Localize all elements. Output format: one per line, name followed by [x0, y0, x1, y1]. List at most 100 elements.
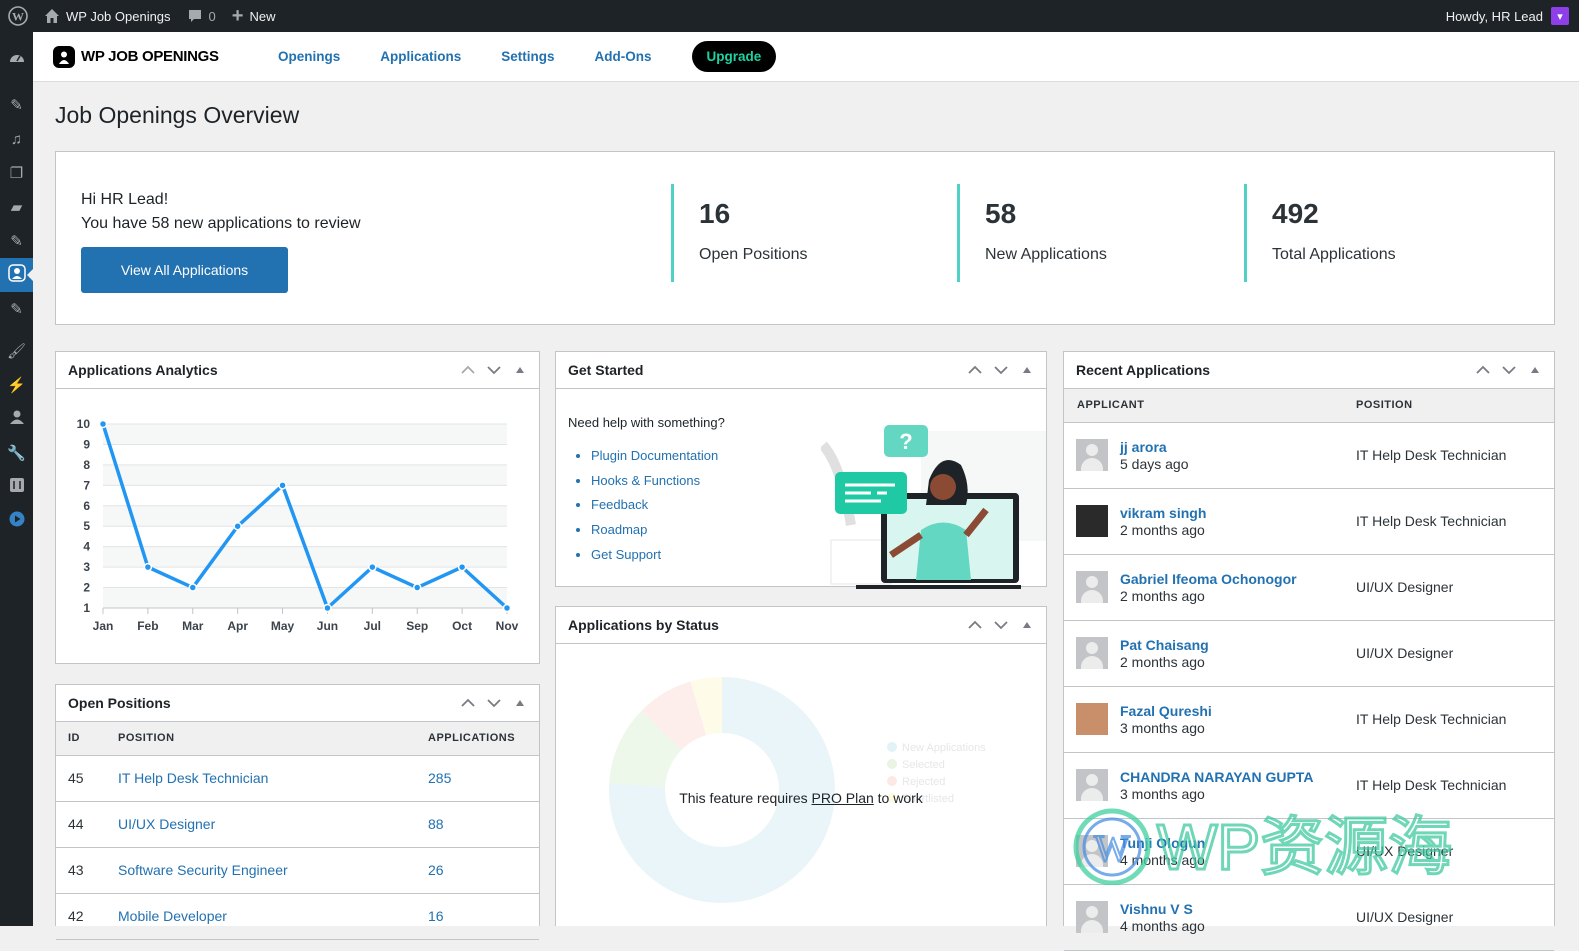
plugin-documentation-link[interactable]: Plugin Documentation	[591, 448, 718, 463]
plugin-brand[interactable]: WP JOB OPENINGS	[53, 45, 278, 68]
roadmap-link[interactable]: Roadmap	[591, 522, 647, 537]
applications-count-link[interactable]: 26	[428, 862, 444, 878]
move-down-icon[interactable]	[994, 365, 1008, 375]
sidebar-item-video[interactable]	[0, 504, 33, 538]
move-up-icon[interactable]	[1476, 365, 1490, 375]
stat-value: 58	[985, 198, 1017, 229]
get-started-widget: Get Started Need help with something? Pl…	[555, 351, 1047, 589]
data-point	[457, 562, 467, 572]
my-account-menu[interactable]: Howdy, HR Lead ▾	[1446, 7, 1579, 25]
y-tick-label: 1	[83, 601, 90, 615]
data-point	[98, 419, 108, 429]
sidebar-item-tools[interactable]: 🔧	[0, 436, 33, 470]
nav-add-ons[interactable]: Add-Ons	[595, 49, 652, 64]
pin-icon: ✎	[10, 301, 23, 318]
position-link[interactable]: IT Help Desk Technician	[118, 770, 268, 786]
move-up-icon[interactable]	[461, 365, 475, 375]
move-down-icon[interactable]	[487, 365, 501, 375]
position-link[interactable]: Software Security Engineer	[118, 862, 288, 878]
applicant-name-link[interactable]: CHANDRA NARAYAN GUPTA	[1120, 769, 1313, 785]
move-up-icon[interactable]	[968, 365, 982, 375]
pro-plan-link[interactable]: PRO Plan	[812, 790, 874, 806]
applicant-position: UI/UX Designer	[1356, 554, 1554, 621]
table-row: 45 IT Help Desk Technician 285	[56, 755, 539, 802]
applications-count-link[interactable]: 88	[428, 816, 444, 832]
applicant-position: UI/UX Designer	[1356, 884, 1554, 951]
nav-openings[interactable]: Openings	[278, 49, 340, 64]
data-point	[368, 562, 377, 572]
new-content-link[interactable]: + New	[224, 0, 284, 32]
sidebar-item-media[interactable]: ♫	[0, 122, 33, 156]
applicant-name-link[interactable]: Gabriel Ifeoma Ochonogor	[1120, 571, 1297, 587]
y-tick-label: 4	[83, 540, 90, 554]
site-name-link[interactable]: WP Job Openings	[36, 0, 179, 32]
sidebar-item-posts[interactable]: ✎	[0, 88, 33, 122]
sidebar-item-users[interactable]	[0, 402, 33, 436]
toggle-panel-icon[interactable]	[513, 699, 527, 707]
welcome-panel: Hi HR Lead! You have 58 new applications…	[55, 151, 1555, 325]
welcome-greeting: Hi HR Lead! You have 58 new applications…	[81, 188, 361, 236]
nav-applications[interactable]: Applications	[380, 49, 461, 64]
sidebar-item-dashboard[interactable]	[0, 43, 33, 77]
hooks-functions-link[interactable]: Hooks & Functions	[591, 473, 700, 488]
svg-text:?: ?	[899, 429, 912, 454]
sidebar-item-custom[interactable]: ✎	[0, 224, 33, 258]
move-up-icon[interactable]	[968, 620, 982, 630]
feedback-link[interactable]: Feedback	[591, 497, 648, 512]
move-down-icon[interactable]	[994, 620, 1008, 630]
applicant-name-link[interactable]: Tunji Ologun	[1120, 835, 1205, 851]
applications-count-link[interactable]: 285	[428, 770, 451, 786]
review-message: You have 58 new applications to review	[81, 215, 361, 232]
wp-logo-menu[interactable]: W	[0, 0, 36, 32]
sidebar-item-comments[interactable]: ▰	[0, 190, 33, 224]
position-id: 43	[56, 847, 118, 894]
get-started-body: Need help with something? Plugin Documen…	[556, 415, 1046, 589]
toggle-panel-icon[interactable]	[1020, 366, 1034, 374]
applicant-cell: CHANDRA NARAYAN GUPTA 3 months ago	[1064, 769, 1356, 802]
applicant-name-link[interactable]: Vishnu V S	[1120, 901, 1205, 917]
move-up-icon[interactable]	[461, 698, 475, 708]
stat-total-applications: 492 Total Applications	[1244, 184, 1396, 282]
comments-link[interactable]: 0	[179, 0, 224, 32]
sidebar-item-settings[interactable]	[0, 470, 33, 504]
applied-time: 2 months ago	[1120, 587, 1205, 604]
move-down-icon[interactable]	[487, 698, 501, 708]
open-positions-table: ID POSITION APPLICATIONS 45 IT Help Desk …	[56, 722, 539, 940]
applications-count-link[interactable]: 16	[428, 908, 444, 924]
status-donut-placeholder: New ApplicationsSelectedRejectedShortlis…	[609, 677, 986, 903]
data-point	[233, 521, 242, 531]
position-link[interactable]: UI/UX Designer	[118, 816, 215, 832]
upgrade-button[interactable]: Upgrade	[691, 41, 777, 72]
home-icon	[44, 8, 60, 24]
plugin-nav: WP JOB OPENINGS Openings Applications Se…	[33, 32, 1579, 82]
get-support-link[interactable]: Get Support	[591, 547, 661, 562]
applied-time: 4 months ago	[1120, 851, 1205, 868]
table-row: vikram singh 2 months ago IT Help Desk Tec…	[1064, 488, 1554, 555]
y-tick-label: 10	[77, 417, 91, 431]
applicant-name-link[interactable]: Pat Chaisang	[1120, 637, 1209, 653]
move-down-icon[interactable]	[1502, 365, 1516, 375]
applicant-position: UI/UX Designer	[1356, 818, 1554, 885]
toggle-panel-icon[interactable]	[1528, 366, 1542, 374]
legend-swatch	[887, 759, 897, 769]
media-icon: ♫	[10, 130, 23, 148]
widget-header: Applications Analytics	[56, 352, 539, 389]
toggle-panel-icon[interactable]	[1020, 621, 1034, 629]
applicant-name-link[interactable]: Fazal Qureshi	[1120, 703, 1212, 719]
applicant-name-link[interactable]: vikram singh	[1120, 505, 1206, 521]
toggle-panel-icon[interactable]	[513, 366, 527, 374]
nav-settings[interactable]: Settings	[501, 49, 554, 64]
sidebar-item-custom-2[interactable]: ✎	[0, 292, 33, 326]
settings-icon	[9, 477, 25, 497]
sidebar-item-pages[interactable]: ❐	[0, 156, 33, 190]
sidebar-item-appearance[interactable]: 🖌	[0, 334, 33, 368]
grid-band	[103, 587, 507, 608]
applicant-name-link[interactable]: jj arora	[1120, 439, 1189, 455]
position-link[interactable]: Mobile Developer	[118, 908, 227, 924]
sidebar-item-plugins[interactable]: ⚡	[0, 368, 33, 402]
grid-band	[103, 505, 507, 527]
view-all-applications-button[interactable]: View All Applications	[81, 247, 288, 293]
sidebar-item-job-openings[interactable]	[0, 258, 33, 292]
stat-open-positions: 16 Open Positions	[671, 184, 808, 282]
tools-icon: 🔧	[7, 445, 26, 462]
